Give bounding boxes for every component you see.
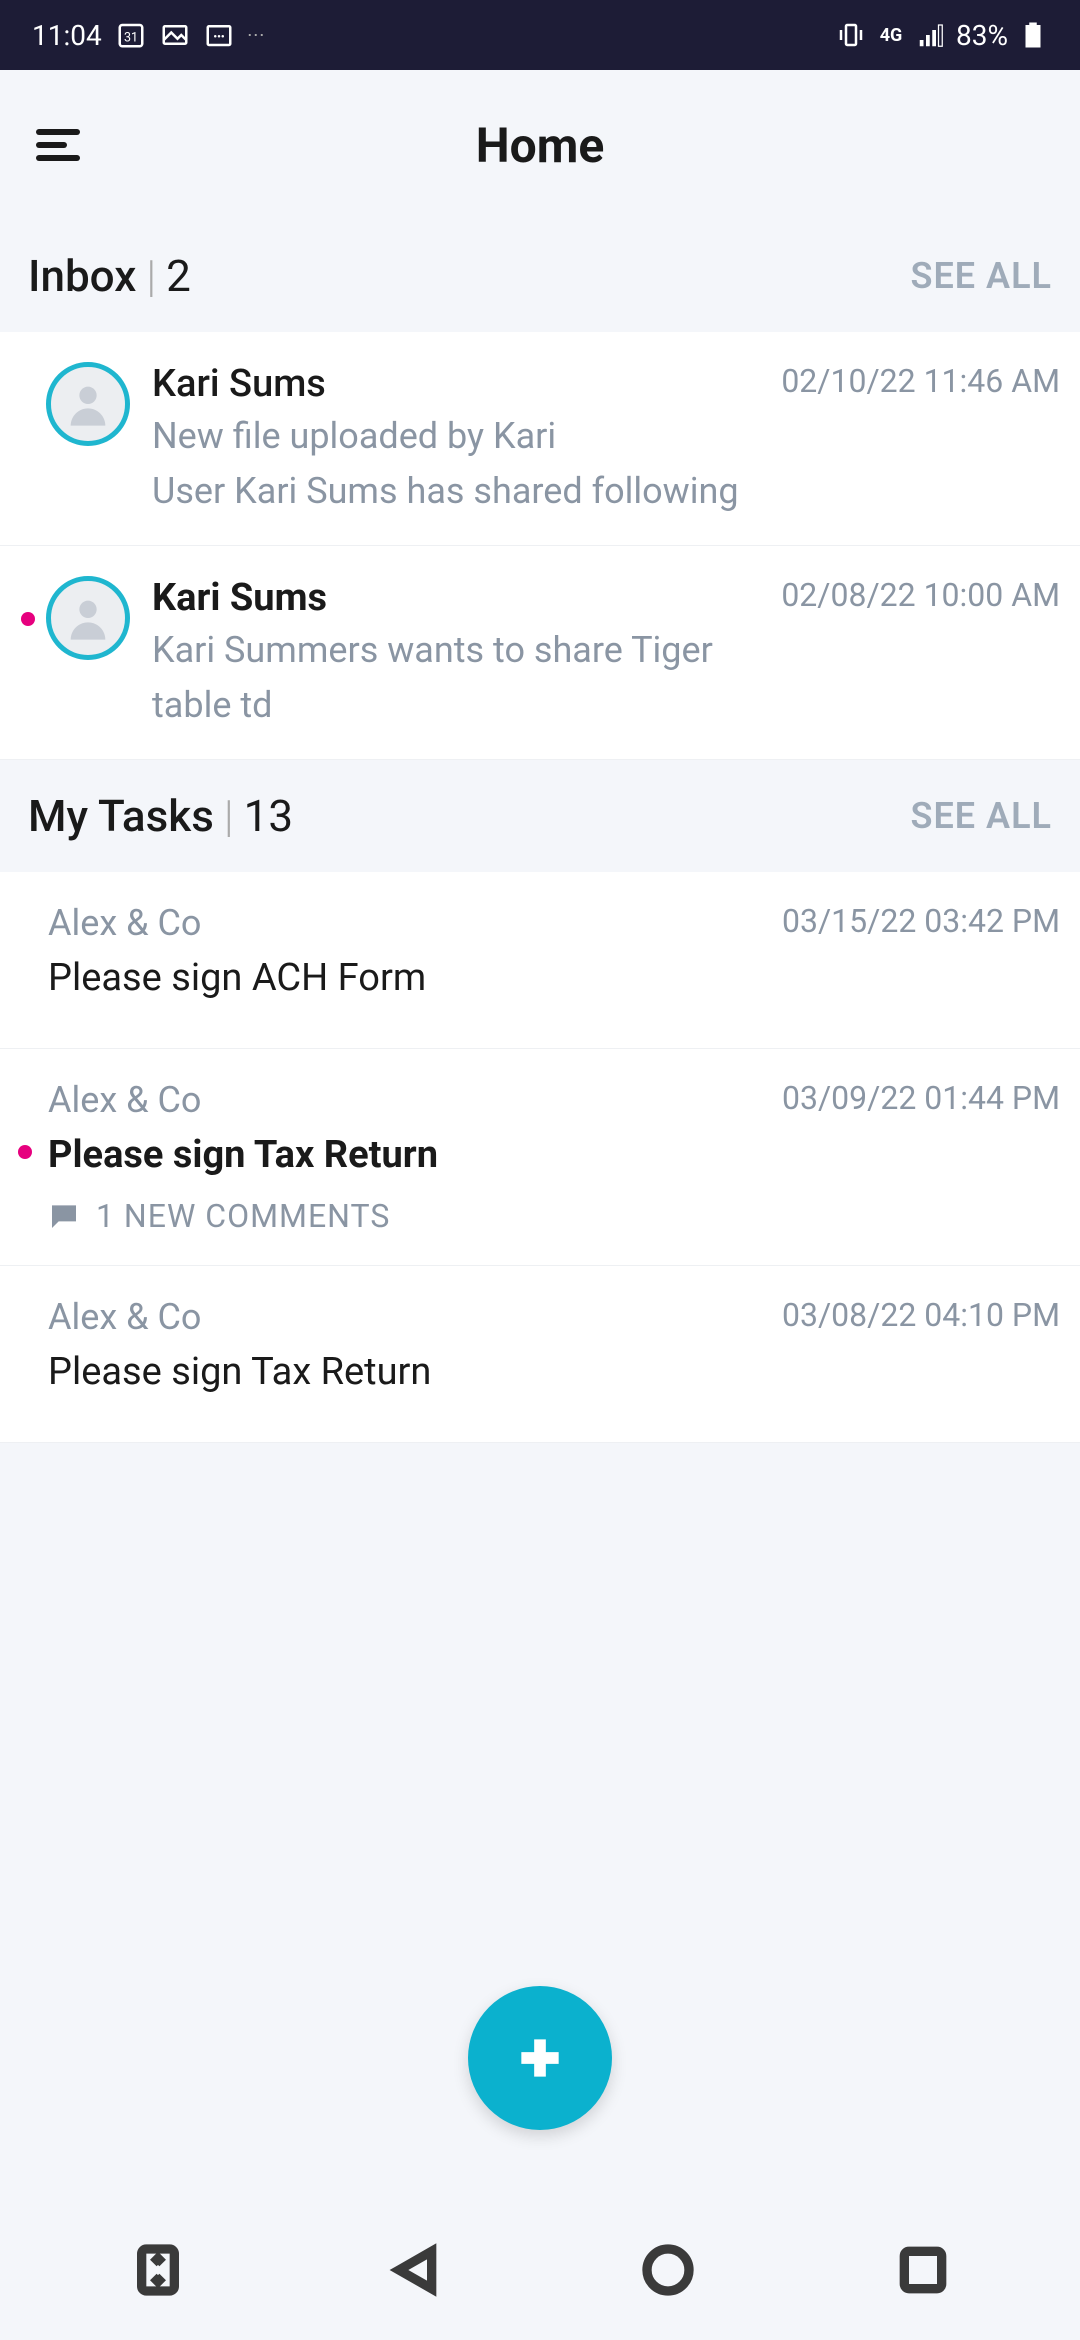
task-client: Alex & Co [48,902,201,944]
task-title: Please sign Tax Return [48,1350,1060,1394]
comment-icon [48,1200,80,1232]
task-item[interactable]: Alex & Co 03/08/22 04:10 PM Please sign … [0,1266,1080,1443]
inbox-see-all[interactable]: SEE ALL [911,255,1052,297]
task-title: Please sign ACH Form [48,956,1060,1000]
calendar-day-icon: 31 [116,20,146,50]
tasks-label: My Tasks [28,790,214,842]
vibrate-icon [836,20,866,50]
task-item[interactable]: Alex & Co 03/09/22 01:44 PM Please sign … [0,1049,1080,1266]
page-title: Home [0,117,1080,174]
inbox-preview: Kari Summers wants to share Tiger [152,626,1060,675]
recents-button[interactable] [895,2242,951,2298]
home-button[interactable] [640,2242,696,2298]
status-time: 11:04 [32,19,102,52]
task-item[interactable]: Alex & Co 03/15/22 03:42 PM Please sign … [0,872,1080,1049]
signal-icon [916,20,946,50]
menu-button[interactable] [36,123,80,167]
inbox-label: Inbox [28,250,136,302]
tasks-see-all[interactable]: SEE ALL [911,795,1052,837]
inbox-time: 02/08/22 10:00 AM [781,576,1060,614]
status-right: 4G 83% [836,19,1048,52]
image-icon [160,20,190,50]
unread-indicator-icon [18,1145,32,1159]
inbox-time: 02/10/22 11:46 AM [781,362,1060,400]
task-time: 03/08/22 04:10 PM [782,1296,1060,1338]
inbox-section-header: Inbox | 2 SEE ALL [0,220,1080,332]
inbox-count: 2 [166,250,191,302]
more-icon: ⋯ [248,20,264,50]
tasks-section-header: My Tasks | 13 SEE ALL [0,760,1080,872]
inbox-preview: New file uploaded by Kari [152,412,1060,461]
task-client: Alex & Co [48,1296,201,1338]
task-title: Please sign Tax Return [48,1133,1060,1177]
task-time: 03/09/22 01:44 PM [782,1079,1060,1121]
add-button[interactable] [468,1986,612,2130]
inbox-preview: User Kari Sums has shared following [152,467,1060,516]
status-bar: 11:04 31 ⋯ 4G 83% [0,0,1080,70]
avatar [46,576,130,660]
tasks-list: Alex & Co 03/15/22 03:42 PM Please sign … [0,872,1080,1443]
calendar-icon [204,20,234,50]
inbox-list: Kari Sums 02/10/22 11:46 AM New file upl… [0,332,1080,760]
inbox-sender: Kari Sums [152,576,327,620]
battery-percent: 83% [956,19,1008,52]
app-header: Home [0,70,1080,220]
system-nav-bar [0,2200,1080,2340]
inbox-item[interactable]: Kari Sums 02/10/22 11:46 AM New file upl… [0,332,1080,546]
task-client: Alex & Co [48,1079,201,1121]
inbox-item[interactable]: Kari Sums 02/08/22 10:00 AM Kari Summers… [0,546,1080,760]
svg-text:31: 31 [124,30,138,45]
task-time: 03/15/22 03:42 PM [782,902,1060,944]
avatar [46,362,130,446]
task-comments: 1 NEW COMMENTS [96,1197,390,1235]
tasks-count: 13 [244,790,293,842]
battery-icon [1018,20,1048,50]
inbox-sender: Kari Sums [152,362,326,406]
inbox-preview: table td [152,681,1060,730]
status-left: 11:04 31 ⋯ [32,19,264,52]
back-button[interactable] [385,2242,441,2298]
network-4g-icon: 4G [876,20,906,50]
nav-toggle-icon[interactable] [130,2242,186,2298]
unread-indicator-icon [21,612,35,626]
